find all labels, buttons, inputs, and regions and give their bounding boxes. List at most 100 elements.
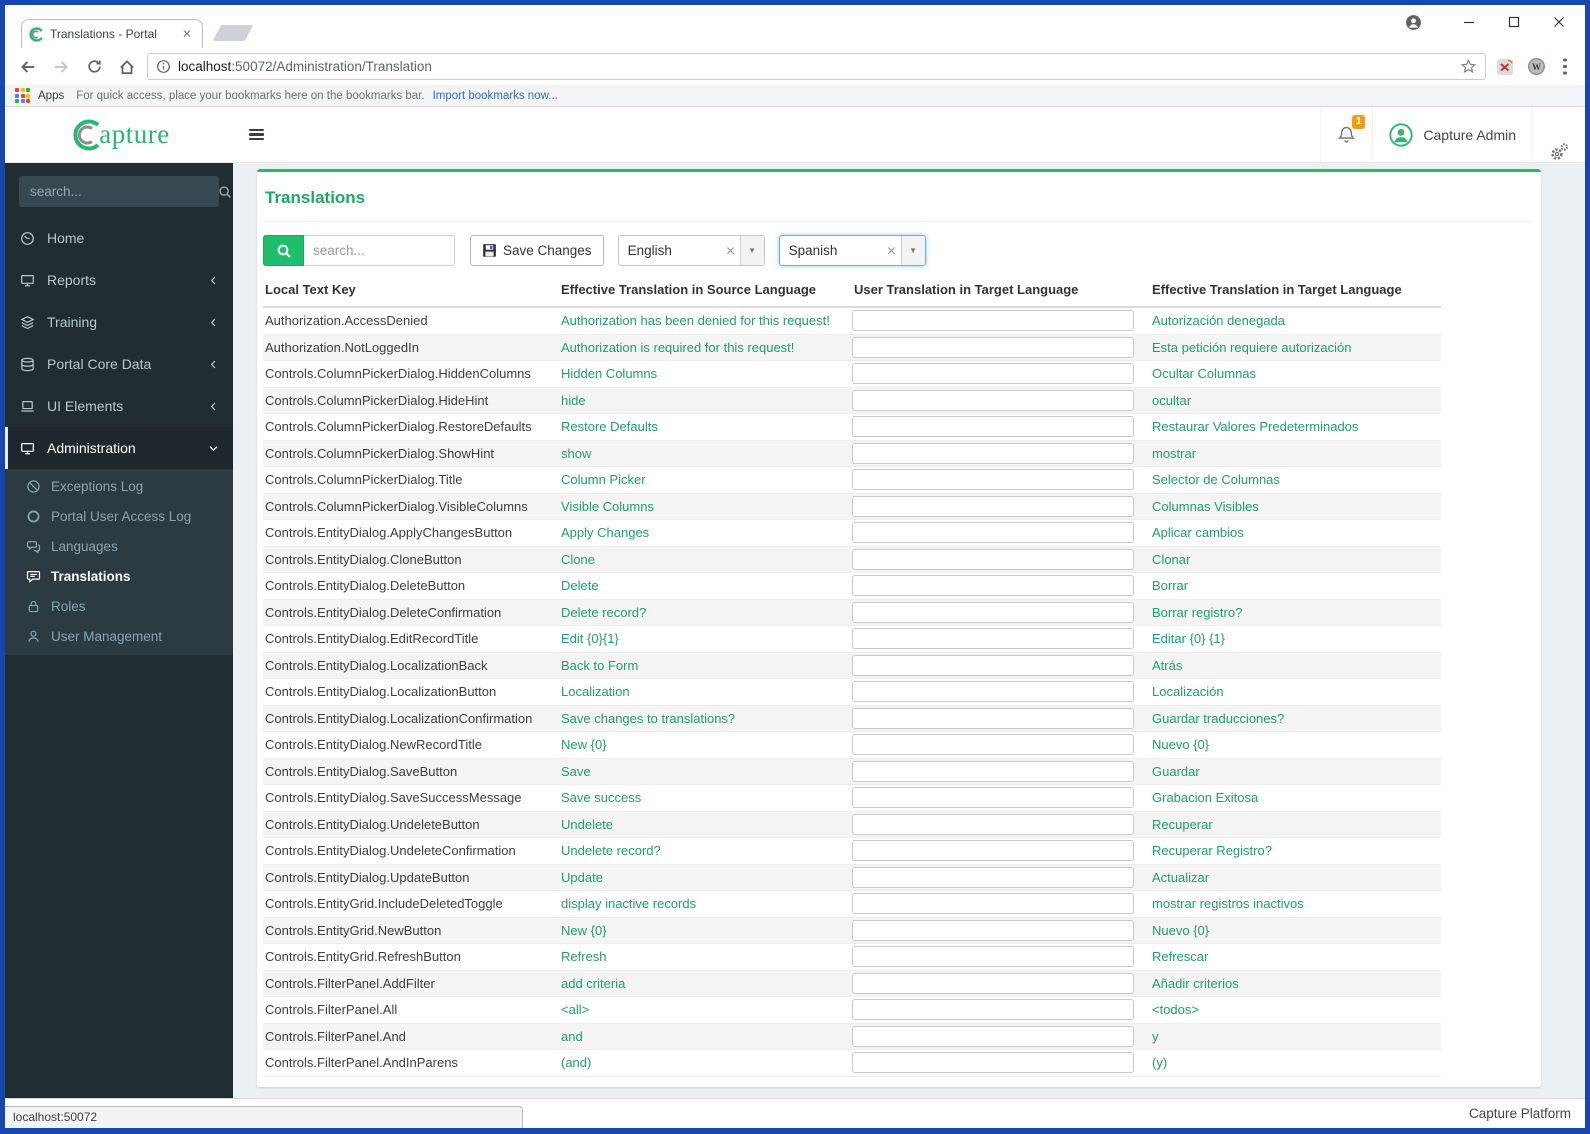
sidebar-subitem-user-management[interactable]: User Management [5,621,233,651]
sidebar-item-home[interactable]: Home [5,217,233,259]
source-language-select[interactable]: English ✕ ▼ [617,235,765,266]
notifications-button[interactable]: 1 [1320,107,1372,162]
user-translation-input[interactable] [852,363,1134,385]
user-translation-input[interactable] [852,999,1134,1021]
url-path: :50072/Administration/Translation [231,59,432,74]
source-translation-cell: New {0} [561,737,607,753]
tab-title: Translations - Portal [50,27,157,41]
user-menu[interactable]: Capture Admin [1372,107,1532,162]
user-translation-input[interactable] [852,310,1134,332]
sidebar-subitem-languages[interactable]: Languages [5,531,233,561]
sidebar-item-training[interactable]: Training [5,301,233,343]
user-translation-input[interactable] [852,654,1134,676]
user-translation-input[interactable] [852,734,1134,756]
capture-logo-icon [73,119,100,150]
user-translation-input[interactable] [852,1052,1134,1074]
key-cell: Controls.EntityDialog.NewRecordTitle [265,737,482,753]
user-translation-input[interactable] [852,946,1134,968]
settings-button[interactable] [1532,107,1585,162]
user-translation-input[interactable] [852,442,1134,464]
sidebar-search-input[interactable] [19,184,218,199]
user-translation-input[interactable] [852,548,1134,570]
target-language-dropdown-icon[interactable]: ▼ [900,236,925,265]
extension-icon[interactable] [1493,55,1517,79]
browser-tab[interactable]: Translations - Portal ✕ [21,19,203,48]
table-row: Controls.FilterPanel.And and y [263,1023,1441,1050]
target-language-select[interactable]: Spanish ✕ ▼ [778,235,926,266]
target-translation-cell: ocultar [1152,392,1192,408]
user-translation-input[interactable] [852,575,1134,597]
user-translation-input[interactable] [852,813,1134,835]
maximize-button[interactable] [1491,7,1536,37]
user-translation-input[interactable] [852,707,1134,729]
sidebar-item-portal-core-data[interactable]: Portal Core Data [5,343,233,385]
table-row: Controls.ColumnPickerDialog.Title Column … [263,467,1441,494]
sidebar-subitem-roles[interactable]: Roles [5,591,233,621]
user-translation-input[interactable] [852,1025,1134,1047]
source-language-clear-icon[interactable]: ✕ [722,236,740,265]
back-icon[interactable] [15,54,41,80]
url-bar[interactable]: localhost:50072/Administration/Translati… [147,53,1486,80]
layers-icon [20,315,47,330]
key-cell: Controls.EntityDialog.DeleteConfirmation [265,604,502,620]
user-translation-input[interactable] [852,893,1134,915]
table-search-input[interactable] [304,235,455,266]
panel-toolbar: Save Changes English ✕ ▼ Spanish ✕ ▼ [263,235,1531,266]
user-translation-input[interactable] [852,522,1134,544]
reload-icon[interactable] [81,54,107,80]
tab-close-icon[interactable]: ✕ [179,27,195,41]
save-changes-button[interactable]: Save Changes [470,235,604,266]
key-cell: Controls.ColumnPickerDialog.HideHint [265,392,489,408]
user-translation-input[interactable] [852,336,1134,358]
user-translation-input[interactable] [852,601,1134,623]
user-translation-cell [852,442,1150,464]
sidebar-search-icon[interactable] [218,185,232,199]
sidebar-item-administration[interactable]: Administration [5,427,233,469]
home-icon[interactable] [114,54,140,80]
table-row: Authorization.AccessDenied Authorization … [263,308,1441,335]
sidebar-subitem-exceptions-log[interactable]: Exceptions Log [5,471,233,501]
user-translation-input[interactable] [852,787,1134,809]
sidebar-item-ui-elements[interactable]: UI Elements [5,385,233,427]
user-translation-input[interactable] [852,628,1134,650]
close-button[interactable] [1536,7,1581,37]
sidebar-submenu: Exceptions Log Portal User Access Log Lang… [5,469,233,655]
apps-label[interactable]: Apps [38,90,64,102]
user-translation-input[interactable] [852,866,1134,888]
new-tab-button[interactable] [212,25,254,41]
page-info-icon[interactable] [156,59,171,74]
user-translation-input[interactable] [852,469,1134,491]
user-translation-input[interactable] [852,972,1134,994]
sidebar-subitem-translations[interactable]: Translations [5,561,233,591]
app-logo[interactable]: apture [5,107,233,162]
user-translation-input[interactable] [852,389,1134,411]
user-translation-input[interactable] [852,760,1134,782]
target-language-clear-icon[interactable]: ✕ [883,236,901,265]
user-translation-cell [852,1025,1150,1047]
user-translation-input[interactable] [852,495,1134,517]
sidebar-item-label: Administration [47,440,136,456]
user-translation-input[interactable] [852,681,1134,703]
user-translation-input[interactable] [852,416,1134,438]
sidebar-subitem-portal-user-access-log[interactable]: Portal User Access Log [5,501,233,531]
user-translation-input[interactable] [852,840,1134,862]
database-icon [20,357,47,372]
import-bookmarks-link[interactable]: Import bookmarks now... [433,90,558,102]
forward-icon[interactable] [48,54,74,80]
source-translation-cell: Undelete [561,816,614,832]
browser-profile-icon[interactable] [1391,7,1436,37]
apps-grid-icon[interactable] [15,88,30,103]
column-header-source: Effective Translation in Source Language [561,282,817,297]
user-translation-input[interactable] [852,919,1134,941]
sidebar-toggle-icon[interactable] [233,107,279,162]
extension-w-icon[interactable]: W [1524,55,1548,79]
bookmark-star-icon[interactable] [1460,58,1477,75]
search-icon [277,244,291,258]
sidebar-item-reports[interactable]: Reports [5,259,233,301]
source-language-dropdown-icon[interactable]: ▼ [739,236,764,265]
key-cell: Controls.FilterPanel.AndInParens [265,1055,458,1071]
search-button[interactable] [263,235,304,266]
sidebar-subitem-label: Roles [51,598,86,614]
browser-menu-icon[interactable] [1555,55,1575,79]
minimize-button[interactable] [1446,7,1491,37]
